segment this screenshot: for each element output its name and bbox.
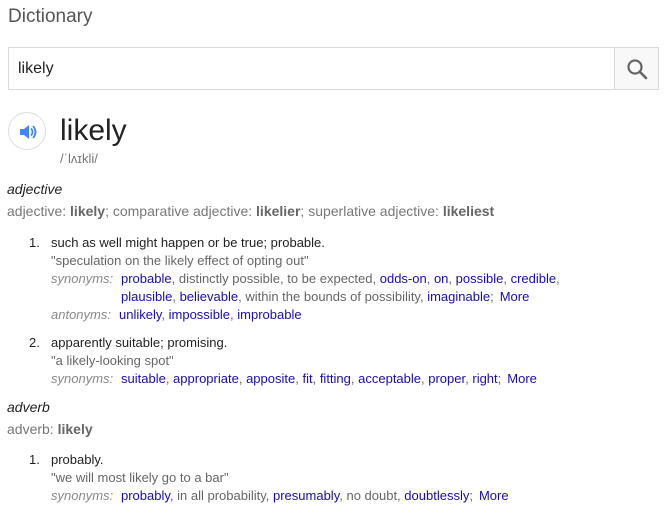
antonyms-label: antonyms: <box>51 307 111 322</box>
example: "we will most likely go to a bar" <box>51 470 229 485</box>
synonym-link[interactable]: on <box>434 271 448 286</box>
synonym-link[interactable]: doubtlessly <box>404 488 469 503</box>
headword: likely <box>60 114 127 147</box>
definition: such as well might happen or be true; pr… <box>51 235 325 250</box>
synonyms-line: synonyms: probably, in all probability, … <box>51 488 509 503</box>
synonym-link[interactable]: credible <box>511 271 557 286</box>
more-synonyms-link[interactable]: More <box>500 289 530 304</box>
antonym-link[interactable]: unlikely <box>119 307 161 322</box>
sense-number: 2. <box>29 335 40 350</box>
synonyms-line: synonyms: suitable, appropriate, apposit… <box>51 371 537 386</box>
pos-adjective: adjective <box>7 181 63 197</box>
antonym-link[interactable]: improbable <box>237 307 301 322</box>
pronunciation-button[interactable] <box>8 112 46 150</box>
synonyms-label: synonyms: <box>51 371 114 386</box>
synonym-link[interactable]: fitting <box>320 371 351 386</box>
adjective-forms: adjective: likely; comparative adjective… <box>7 203 495 219</box>
adverb-forms: adverb: likely <box>7 421 93 437</box>
antonym-link[interactable]: impossible <box>169 307 230 322</box>
synonym-link[interactable]: appropriate <box>173 371 239 386</box>
antonyms-line: antonyms: unlikely, impossible, improbab… <box>51 307 302 322</box>
definition: probably. <box>51 452 104 467</box>
synonym-link[interactable]: suitable <box>121 371 166 386</box>
phonetic: /ˈlʌɪkli/ <box>60 151 98 166</box>
more-synonyms-link[interactable]: More <box>507 371 537 386</box>
synonyms-label: synonyms: <box>51 488 114 503</box>
search-icon <box>627 59 648 80</box>
synonym-link[interactable]: fit <box>302 371 312 386</box>
search-box <box>8 47 659 90</box>
synonym-link[interactable]: right <box>472 371 497 386</box>
synonym-link[interactable]: probable <box>121 271 172 286</box>
example: "speculation on the likely effect of opt… <box>51 253 309 268</box>
definition: apparently suitable; promising. <box>51 335 228 350</box>
synonym-link[interactable]: proper <box>428 371 465 386</box>
sense-number: 1. <box>29 452 40 467</box>
speaker-icon <box>20 125 37 139</box>
synonym-link[interactable]: believable <box>180 289 239 304</box>
synonyms-line: synonyms: probable, distinctly possible,… <box>51 271 560 304</box>
synonym-link[interactable]: probably <box>121 488 170 503</box>
sense-number: 1. <box>29 235 40 250</box>
synonym-link[interactable]: plausible <box>121 289 172 304</box>
synonym-link[interactable]: possible <box>456 271 504 286</box>
pos-adverb: adverb <box>7 399 50 415</box>
synonym-link[interactable]: presumably <box>273 488 339 503</box>
app-title: Dictionary <box>8 6 93 27</box>
synonym-link[interactable]: imaginable <box>427 289 490 304</box>
synonym-link[interactable]: apposite <box>246 371 295 386</box>
more-synonyms-link[interactable]: More <box>479 488 509 503</box>
synonyms-label: synonyms: <box>51 271 114 286</box>
synonym-link[interactable]: odds-on <box>380 271 427 286</box>
synonym-link[interactable]: acceptable <box>358 371 421 386</box>
search-button[interactable] <box>614 48 658 89</box>
example: "a likely-looking spot" <box>51 353 174 368</box>
search-input[interactable] <box>9 48 615 89</box>
